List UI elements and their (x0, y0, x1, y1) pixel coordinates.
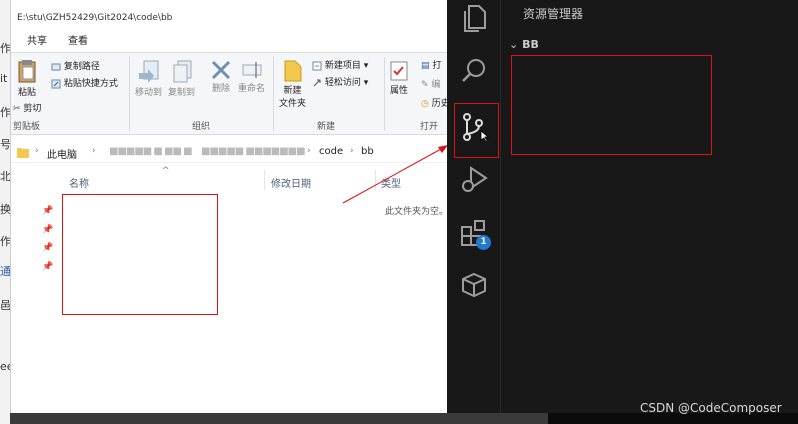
folder-section-header[interactable]: ⌄ BB (509, 38, 539, 51)
search-activity-button[interactable] (455, 52, 493, 90)
folder-section-label: BB (522, 38, 539, 51)
vscode-explorer-sidebar: 资源管理器 ⌄ BB (500, 0, 798, 424)
window-gap (10, 413, 548, 424)
run-debug-icon (462, 166, 488, 192)
run-debug-activity-button[interactable] (455, 160, 493, 198)
vscode-activity-bar (447, 0, 500, 424)
package-box-icon (462, 272, 486, 298)
search-icon (462, 59, 485, 82)
files-icon (464, 5, 486, 32)
sidebar-title: 资源管理器 (523, 7, 584, 21)
highlight-box (511, 55, 712, 155)
chevron-down-icon: ⌄ (509, 38, 519, 51)
remote-explorer-activity-button[interactable] (455, 266, 493, 304)
extensions-badge: 1 (476, 235, 491, 250)
explorer-activity-button[interactable] (455, 0, 493, 38)
watermark: CSDN @CodeComposer (640, 401, 782, 415)
highlight-box (454, 103, 499, 158)
